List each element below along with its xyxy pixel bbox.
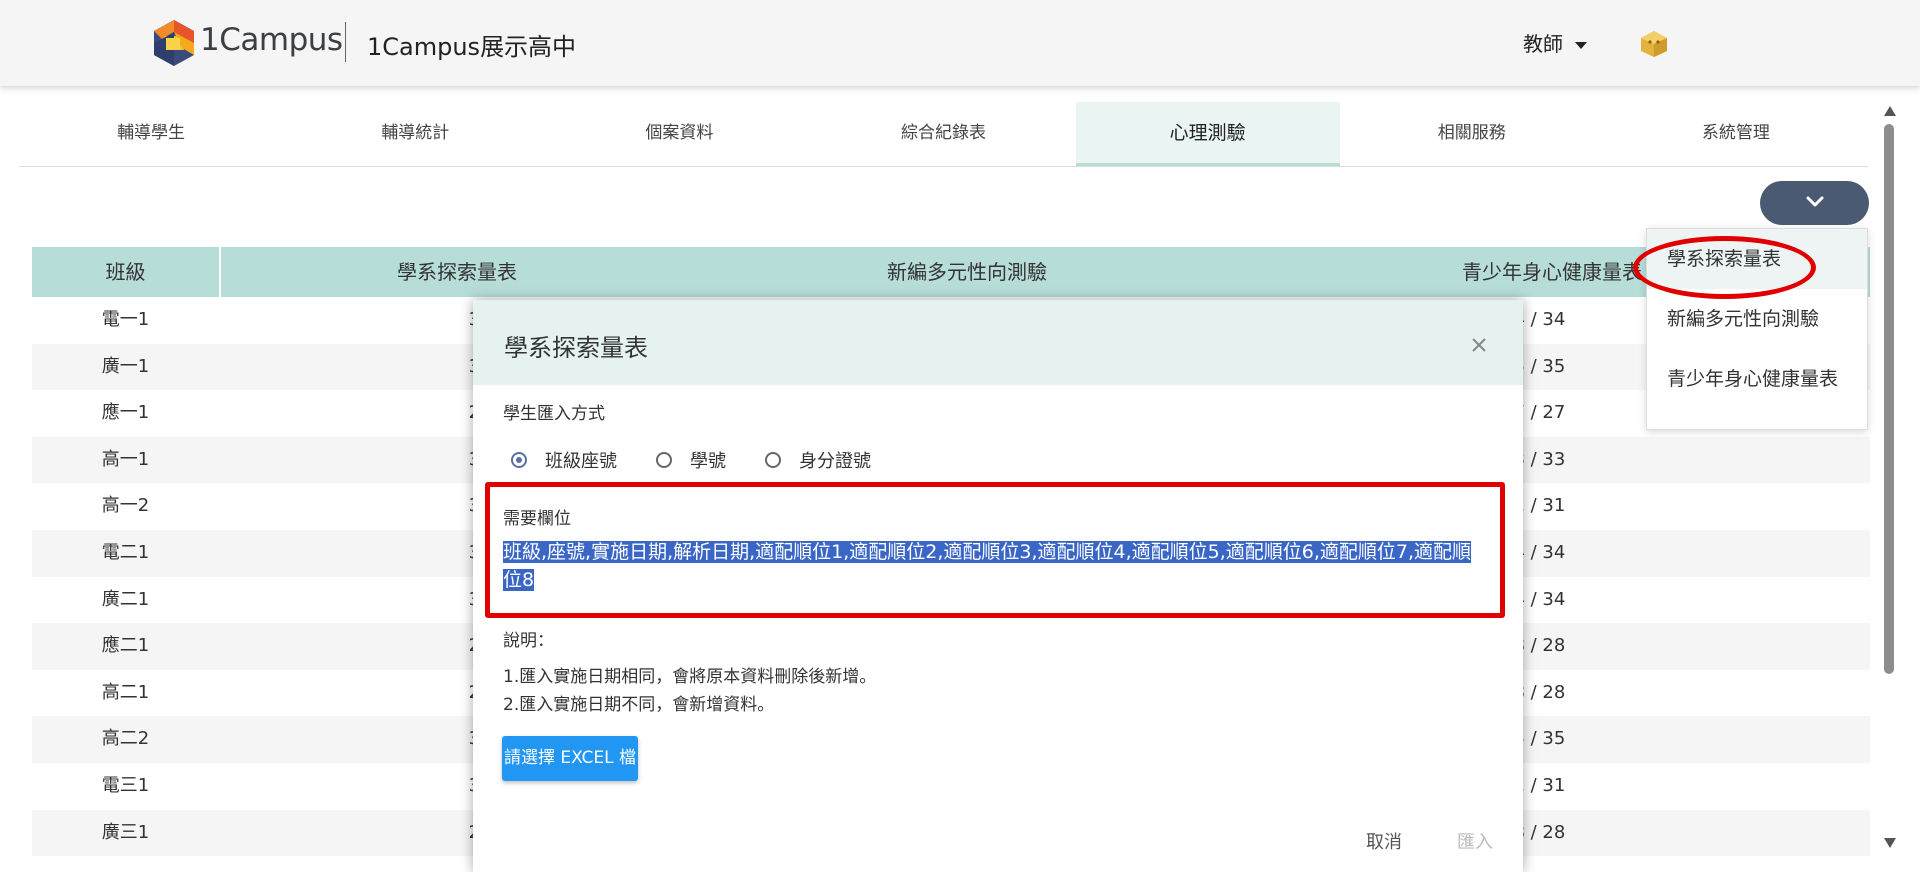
cell-class: 廣三1 <box>101 821 150 843</box>
radio-label: 班級座號 <box>545 451 617 472</box>
cell-class: 電一1 <box>101 309 150 330</box>
cell-class: 高一1 <box>101 448 150 470</box>
radio-icon <box>511 452 527 468</box>
header-aptitude-test: 新編多元性向測驗 <box>887 260 1047 284</box>
cell-class: 高二2 <box>101 728 150 750</box>
scroll-thumb[interactable] <box>1884 124 1894 674</box>
tab-system-admin[interactable]: 系統管理 <box>1604 102 1868 166</box>
header-separator <box>219 247 221 297</box>
header-major-exploration: 學系探索量表 <box>397 260 517 284</box>
tab-case-data[interactable]: 個案資料 <box>547 102 811 166</box>
cell-class: 廣一1 <box>101 355 150 377</box>
tab-related-services[interactable]: 相關服務 <box>1340 102 1604 166</box>
tab-record-sheet[interactable]: 綜合紀錄表 <box>811 102 1075 166</box>
cell-class: 電三1 <box>101 774 150 796</box>
cell-class: 廣二1 <box>101 588 150 610</box>
cell-class: 電二1 <box>101 541 150 563</box>
cube-avatar-icon[interactable] <box>1640 30 1668 58</box>
tab-psych-test[interactable]: 心理測驗 <box>1075 102 1340 166</box>
school-name: 1Campus展示高中 <box>367 33 577 61</box>
cell-class: 應一1 <box>101 402 150 424</box>
dialog-title: 學系探索量表 <box>504 334 648 362</box>
radio-label: 身分證號 <box>799 451 871 472</box>
note-line-1: 1.匯入實施日期相同，會將原本資料刪除後新增。 <box>503 667 877 687</box>
role-dropdown[interactable]: 教師 <box>1523 28 1587 57</box>
table-header: 班級 學系探索量表 新編多元性向測驗 青少年身心健康量表 <box>32 247 1870 297</box>
close-icon[interactable] <box>1470 336 1488 354</box>
radio-label: 學號 <box>690 451 726 472</box>
header-class: 班級 <box>105 260 146 284</box>
menu-item-aptitude-test[interactable]: 新編多元性向測驗 <box>1647 289 1867 349</box>
radio-student-number[interactable]: 學號 <box>656 447 726 473</box>
required-fields-text[interactable]: 班級,座號,實施日期,解析日期,適配順位1,適配順位2,適配順位3,適配順位4,… <box>503 538 1488 594</box>
radio-id-number[interactable]: 身分證號 <box>765 447 871 473</box>
import-dialog: 學系探索量表 學生匯入方式 班級座號 學號 身分證號 需要欄位 班級,座號,實施… <box>473 300 1523 872</box>
menu-item-major-exploration[interactable]: 學系探索量表 <box>1647 229 1867 289</box>
cell-class: 高一2 <box>101 495 150 517</box>
tab-counseling-stats[interactable]: 輔導統計 <box>283 102 547 166</box>
import-button[interactable]: 匯入 <box>1457 828 1493 854</box>
1campus-logo-icon[interactable] <box>152 18 196 68</box>
radio-icon <box>765 452 781 468</box>
scroll-up-icon[interactable] <box>1884 106 1896 116</box>
cell-class: 應二1 <box>101 635 150 657</box>
role-label: 教師 <box>1523 32 1563 56</box>
note-line-2: 2.匯入實施日期不同，會新增資料。 <box>503 695 775 715</box>
tab-counseling-students[interactable]: 輔導學生 <box>19 102 283 166</box>
menu-item-youth-health[interactable]: 青少年身心健康量表 <box>1647 349 1867 409</box>
cell-class: 高二1 <box>101 681 150 703</box>
dialog-header: 學系探索量表 <box>473 300 1523 385</box>
chevron-down-icon <box>1806 196 1824 207</box>
cancel-button[interactable]: 取消 <box>1366 828 1402 854</box>
radio-icon <box>656 452 672 468</box>
scroll-down-icon[interactable] <box>1884 838 1896 848</box>
import-menu-dropdown: 學系探索量表 新編多元性向測驗 青少年身心健康量表 <box>1646 228 1868 430</box>
note-label: 說明： <box>503 631 554 651</box>
brand-name: 1Campus <box>200 22 343 58</box>
required-fields-label: 需要欄位 <box>503 509 571 529</box>
app-header: 1Campus 1Campus展示高中 教師 <box>0 0 1920 86</box>
main-nav: 輔導學生 輔導統計 個案資料 綜合紀錄表 心理測驗 相關服務 系統管理 <box>19 102 1868 167</box>
selected-text: 班級,座號,實施日期,解析日期,適配順位1,適配順位2,適配順位3,適配順位4,… <box>503 541 1472 591</box>
select-excel-button[interactable]: 請選擇 EXCEL 檔 <box>502 736 638 781</box>
radio-class-seat[interactable]: 班級座號 <box>511 447 617 473</box>
caret-down-icon <box>1575 42 1587 49</box>
import-menu-toggle-button[interactable] <box>1760 181 1869 225</box>
import-method-label: 學生匯入方式 <box>503 404 605 424</box>
header-divider <box>345 22 346 62</box>
